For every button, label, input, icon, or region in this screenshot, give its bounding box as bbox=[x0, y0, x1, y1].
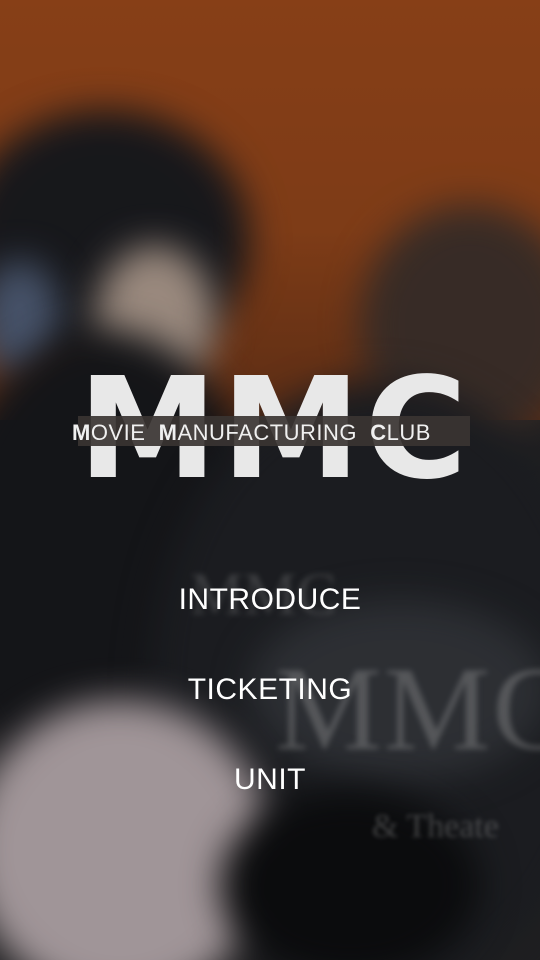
menu-introduce-link[interactable]: INTRODUCE bbox=[0, 570, 540, 660]
subtitle-word: LUB bbox=[386, 420, 431, 445]
subtitle-initial: M bbox=[72, 420, 91, 445]
logo-subtitle: MOVIE MANUFACTURING CLUB bbox=[72, 420, 492, 446]
club-logo: MMC MOVIE MANUFACTURING CLUB bbox=[72, 360, 470, 500]
main-menu: INTRODUCE TICKETING UNIT bbox=[0, 570, 540, 840]
menu-ticketing-link[interactable]: TICKETING bbox=[0, 660, 540, 750]
menu-unit-link[interactable]: UNIT bbox=[0, 750, 540, 840]
subtitle-initial: C bbox=[370, 420, 387, 445]
subtitle-word: OVIE bbox=[90, 420, 146, 445]
subtitle-word: ANUFACTURING bbox=[177, 420, 358, 445]
subtitle-initial: M bbox=[158, 420, 178, 445]
